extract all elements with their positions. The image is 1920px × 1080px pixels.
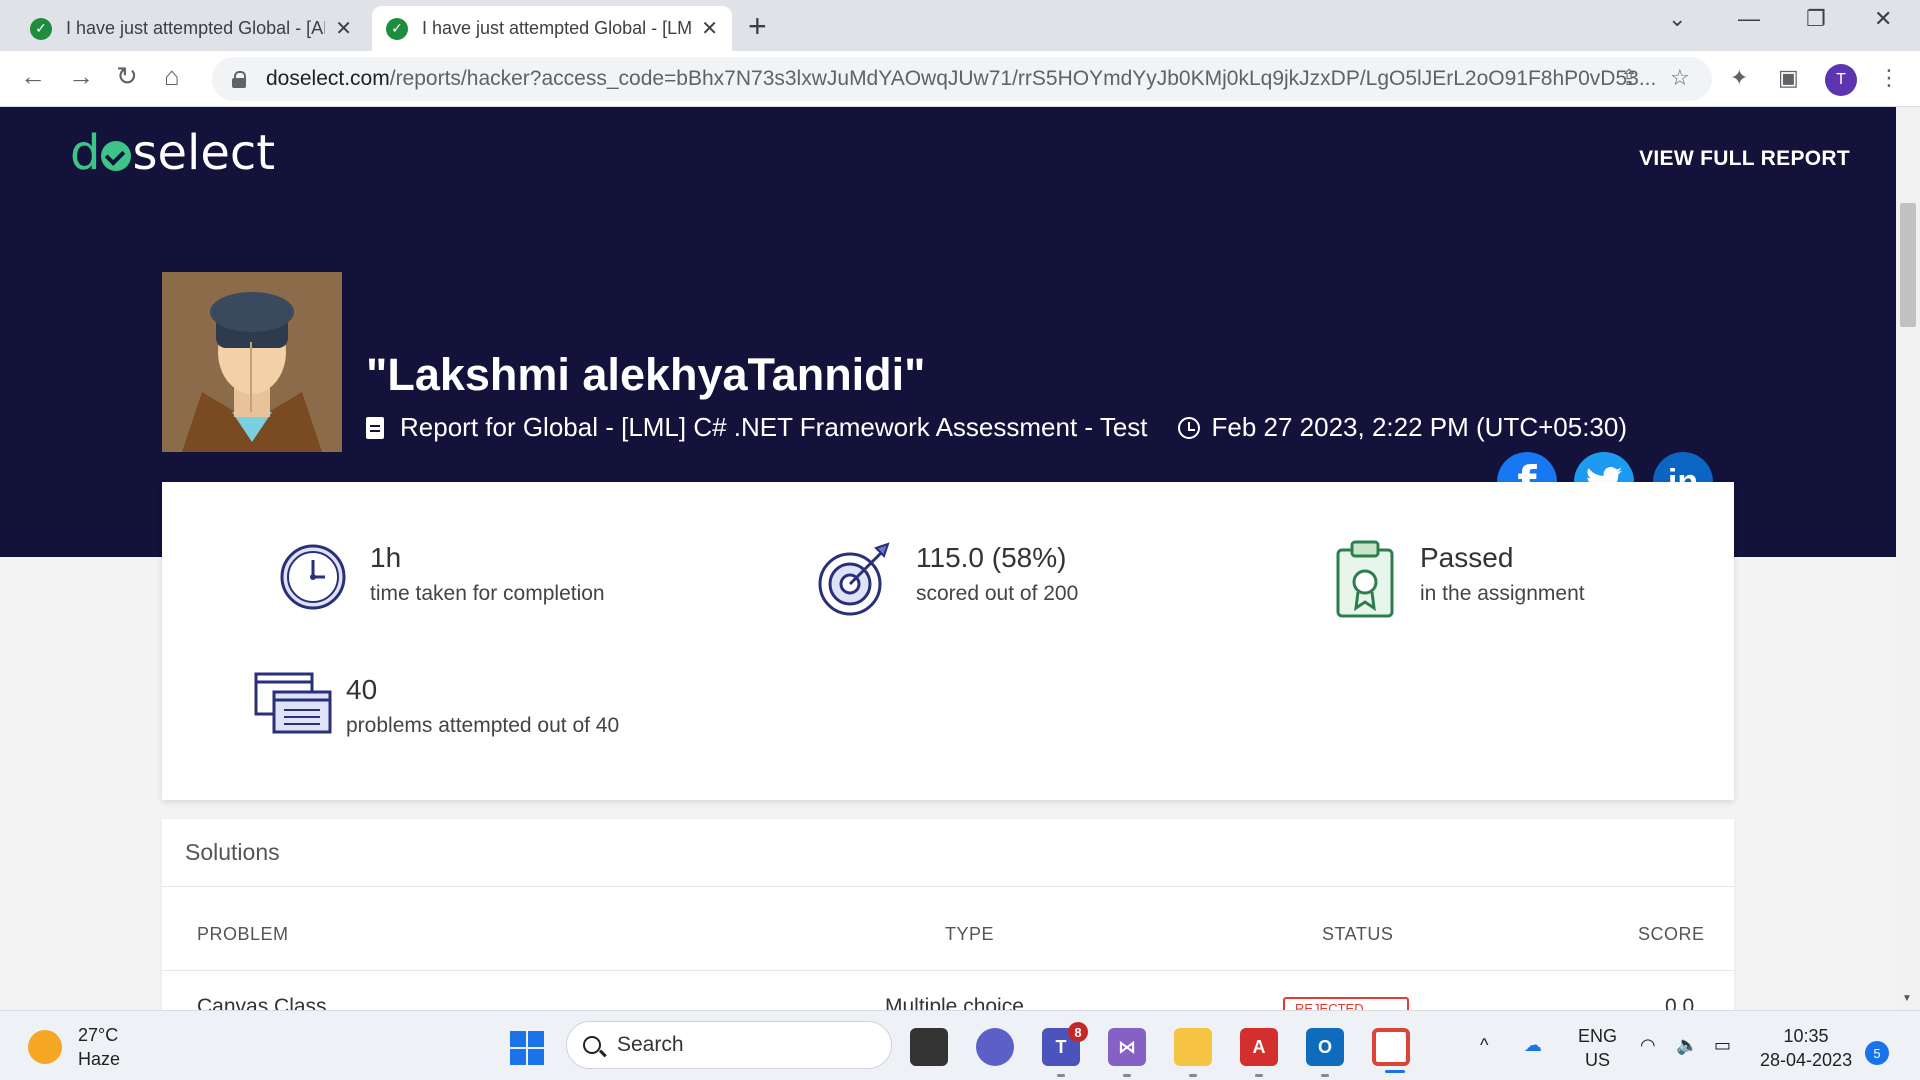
avatar	[162, 272, 342, 452]
weather-condition: Haze	[78, 1049, 121, 1069]
minimize-icon[interactable]: —	[1738, 6, 1760, 32]
visual-studio-icon[interactable]: ⋈	[1108, 1028, 1146, 1077]
haze-sun-icon	[28, 1030, 62, 1064]
doselect-logo[interactable]: d select	[70, 125, 275, 181]
tab-search-chevron-icon[interactable]: ⌄	[1668, 6, 1686, 32]
solutions-title: Solutions	[162, 819, 1734, 887]
column-header-score: SCORE	[1638, 924, 1705, 944]
problem-link[interactable]: Canvas Class	[197, 995, 327, 1010]
language-indicator[interactable]: ENG US	[1578, 1024, 1617, 1072]
outlook-icon[interactable]: O	[1306, 1028, 1344, 1077]
candidate-name: "Lakshmi alekhyaTannidi"	[366, 349, 926, 400]
lock-icon[interactable]	[232, 71, 246, 88]
windows-list-icon	[254, 672, 332, 734]
home-icon[interactable]: ⌂	[164, 61, 180, 92]
new-tab-icon[interactable]: +	[748, 8, 767, 44]
teams-badge: 8	[1068, 1022, 1088, 1042]
clock-time: 10:35	[1783, 1026, 1829, 1046]
column-header-problem: PROBLEM	[197, 924, 289, 944]
column-header-status: STATUS	[1322, 924, 1394, 944]
chrome-icon[interactable]	[1372, 1028, 1410, 1073]
time-label: time taken for completion	[370, 582, 605, 605]
wifi-icon[interactable]: ◠	[1640, 1033, 1656, 1057]
close-tab-icon[interactable]: ✕	[335, 16, 352, 41]
scrollbar-thumb[interactable]	[1900, 203, 1916, 327]
teams-icon[interactable]: T8	[1042, 1022, 1088, 1077]
windows-start-icon[interactable]	[510, 1031, 544, 1065]
close-window-icon[interactable]: ✕	[1874, 6, 1892, 32]
target-icon	[818, 542, 890, 616]
search-icon	[583, 1036, 601, 1054]
solutions-panel: Solutions PROBLEM TYPE STATUS SCORE Canv…	[162, 819, 1734, 1010]
report-meta: Report for Global - [LML] C# .NET Framew…	[366, 412, 1627, 443]
result-label: in the assignment	[1420, 582, 1585, 605]
browser-toolbar: ← → ↻ ⌂ doselect.com/reports/hacker?acce…	[0, 51, 1920, 107]
volume-icon[interactable]: 🔈	[1676, 1033, 1698, 1057]
restore-icon[interactable]: ❐	[1806, 6, 1826, 32]
onedrive-cloud-icon[interactable]: ☁	[1524, 1033, 1542, 1057]
report-datetime: Feb 27 2023, 2:22 PM (UTC+05:30)	[1211, 412, 1628, 442]
view-full-report-link[interactable]: VIEW FULL REPORT	[1639, 147, 1850, 171]
notification-badge[interactable]: 5	[1865, 1041, 1889, 1065]
bookmark-star-icon[interactable]: ☆	[1670, 65, 1690, 91]
forward-icon[interactable]: →	[68, 61, 94, 92]
weather-widget[interactable]: 27°C Haze	[28, 1023, 120, 1071]
url-path: /reports/hacker?access_code=bBhx7N73s3lx…	[389, 67, 1657, 90]
tab-title: I have just attempted Global - [AL	[66, 18, 326, 38]
reload-icon[interactable]: ↻	[116, 61, 138, 92]
tab-title: I have just attempted Global - [LML	[422, 18, 692, 38]
share-icon[interactable]: ⇪	[1620, 65, 1638, 91]
show-hidden-icons-chevron[interactable]: ^	[1480, 1033, 1488, 1057]
tab-strip: ✓ I have just attempted Global - [AL ✕ ✓…	[0, 0, 1920, 51]
side-panel-icon[interactable]: ▣	[1778, 65, 1799, 91]
problem-type: Multiple choice	[885, 995, 1024, 1010]
page-content: d select VIEW FULL REPORT "Lakshmi alekhy…	[0, 107, 1896, 1010]
profile-avatar[interactable]: T	[1825, 64, 1857, 96]
taskbar-search[interactable]: Search	[566, 1021, 892, 1069]
extensions-icon[interactable]: ✦	[1730, 65, 1748, 91]
back-icon[interactable]: ←	[20, 61, 46, 92]
browser-tab-1[interactable]: ✓ I have just attempted Global - [AL ✕	[16, 6, 366, 51]
close-tab-icon[interactable]: ✕	[701, 16, 718, 41]
clock[interactable]: 10:35 28-04-2023	[1760, 1024, 1852, 1072]
check-icon: ✓	[30, 17, 52, 40]
taskbar: 27°C Haze Search T8 ⋈ A O ^ ☁ ENG US ◠ 🔈…	[0, 1010, 1920, 1080]
vertical-scrollbar[interactable]: ▼	[1896, 107, 1920, 1010]
keyboard-region: US	[1585, 1050, 1611, 1070]
url-host: doselect.com	[266, 67, 390, 90]
score-value: 115.0 (58%)	[916, 542, 1067, 573]
problems-value: 40	[346, 674, 378, 705]
browser-tab-2[interactable]: ✓ I have just attempted Global - [LML ✕	[372, 6, 732, 51]
certificate-clipboard-icon	[1336, 540, 1394, 618]
check-icon: ✓	[386, 17, 408, 40]
clock-icon	[1177, 416, 1200, 439]
battery-icon[interactable]: ▭	[1714, 1033, 1731, 1057]
search-placeholder: Search	[617, 1033, 684, 1056]
time-value: 1h	[370, 542, 402, 573]
status-badge: REJECTED	[1283, 997, 1409, 1010]
clock-date: 28-04-2023	[1760, 1050, 1853, 1070]
file-explorer-icon[interactable]	[1174, 1028, 1212, 1077]
language-code: ENG	[1578, 1026, 1618, 1046]
result-value: Passed	[1420, 542, 1514, 573]
score-label: scored out of 200	[916, 582, 1079, 605]
menu-icon[interactable]: ⋮	[1878, 65, 1900, 91]
problem-score: 0.0	[1665, 995, 1695, 1010]
clock-icon	[280, 544, 346, 610]
address-bar[interactable]: doselect.com/reports/hacker?access_code=…	[212, 57, 1712, 101]
row-divider	[162, 970, 1734, 971]
scroll-down-icon[interactable]: ▼	[1902, 993, 1912, 1004]
clipboard-icon	[366, 416, 384, 439]
temperature: 27°C	[78, 1025, 119, 1045]
task-view-icon[interactable]	[910, 1028, 948, 1066]
acrobat-icon[interactable]: A	[1240, 1028, 1278, 1077]
report-title: Report for Global - [LML] C# .NET Framew…	[400, 412, 1148, 442]
column-header-type: TYPE	[945, 924, 995, 944]
chat-icon[interactable]	[976, 1028, 1014, 1066]
stats-card: 1h time taken for completion 115.0 (58%)…	[162, 482, 1734, 800]
problems-label: problems attempted out of 40	[346, 714, 620, 737]
